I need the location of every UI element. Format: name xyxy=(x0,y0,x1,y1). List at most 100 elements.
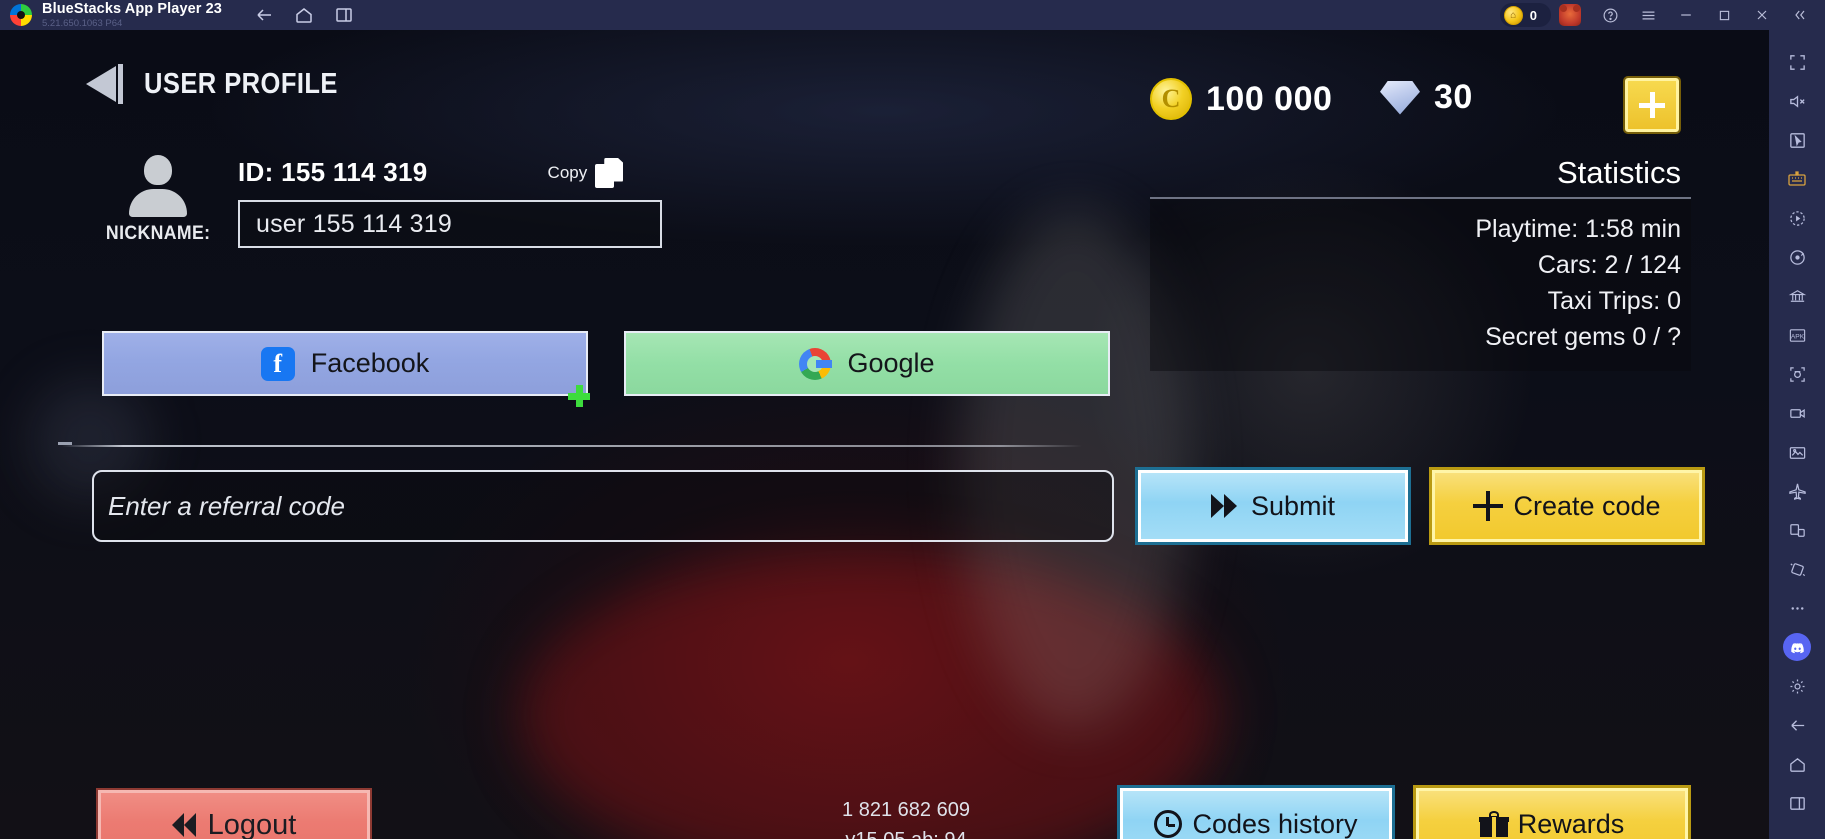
copy-pages-icon xyxy=(595,157,624,188)
media-manager-icon[interactable] xyxy=(1777,434,1817,470)
user-avatar-icon xyxy=(129,155,187,217)
discord-icon[interactable] xyxy=(1777,629,1817,665)
app-version-text: v15.05 ab: 94 xyxy=(806,825,1006,839)
facebook-login-button[interactable]: Facebook xyxy=(102,331,588,396)
device-id: 1 821 682 609 xyxy=(842,799,970,821)
page-title: USER PROFILE xyxy=(144,67,338,100)
more-options-icon[interactable] xyxy=(1777,590,1817,626)
coins-value: 100 000 xyxy=(1206,79,1333,118)
add-currency-button[interactable] xyxy=(1625,78,1679,132)
id-row: ID: 155 114 319 Copy xyxy=(238,157,662,188)
bluestacks-window: BlueStacks App Player 23 5.21.650.1063 P… xyxy=(0,0,1825,839)
copy-id-button[interactable]: Copy xyxy=(547,157,624,188)
maximize-icon[interactable] xyxy=(1707,0,1741,30)
airplane-mode-icon[interactable] xyxy=(1777,473,1817,509)
nickname-input[interactable]: user 155 114 319 xyxy=(238,200,662,248)
install-apk-icon[interactable]: APK xyxy=(1777,317,1817,353)
cursor-pointer-icon[interactable] xyxy=(1777,122,1817,158)
double-chevron-left-icon xyxy=(171,813,198,837)
facebook-label: Facebook xyxy=(310,348,430,378)
rotate-screen-icon[interactable] xyxy=(1777,239,1817,275)
collapse-chevrons-icon[interactable] xyxy=(1783,0,1817,30)
history-clock-icon xyxy=(1154,810,1183,838)
back-to-previous-screen[interactable]: USER PROFILE xyxy=(86,62,364,106)
points-pill[interactable]: ⌂ 0 xyxy=(1499,3,1551,27)
screenshot-icon[interactable] xyxy=(1777,356,1817,392)
shake-icon[interactable] xyxy=(1777,551,1817,587)
statistics-title: Statistics xyxy=(1150,155,1691,199)
codes-history-label: Codes history xyxy=(1192,808,1358,839)
referral-code-input[interactable]: Enter a referral code xyxy=(92,470,1114,542)
copy-label: Copy xyxy=(547,162,588,182)
footer-buttons: Codes history Rewards xyxy=(1120,788,1688,839)
multi-instance-icon[interactable] xyxy=(334,5,354,25)
titlebar-text-group: BlueStacks App Player 23 5.21.650.1063 P… xyxy=(42,2,222,28)
hamburger-menu-icon[interactable] xyxy=(1631,0,1665,30)
mute-volume-icon[interactable] xyxy=(1777,83,1817,119)
home-icon[interactable] xyxy=(294,5,314,25)
back-icon[interactable] xyxy=(1777,707,1817,743)
screen-record-icon[interactable] xyxy=(1777,395,1817,431)
points-value: 0 xyxy=(1529,7,1537,23)
section-divider xyxy=(62,445,1082,447)
submit-label: Submit xyxy=(1250,490,1336,521)
referral-placeholder: Enter a referral code xyxy=(108,490,346,521)
titlebar-right-controls: ⌂ 0 xyxy=(1499,0,1817,30)
gold-coin-icon xyxy=(1150,78,1192,120)
create-code-button[interactable]: Create code xyxy=(1432,470,1702,542)
home-icon[interactable] xyxy=(1777,746,1817,782)
minimize-icon[interactable] xyxy=(1669,0,1703,30)
submit-button[interactable]: Submit xyxy=(1138,470,1408,542)
eco-mode-icon[interactable] xyxy=(1777,278,1817,314)
profile-section: NICKNAME: ID: 155 114 319 Copy user 155 … xyxy=(100,155,662,248)
fullscreen-icon[interactable] xyxy=(1777,44,1817,80)
keyboard-controls-icon[interactable] xyxy=(1777,161,1817,197)
google-login-button[interactable]: Google xyxy=(624,331,1110,396)
macro-record-icon[interactable] xyxy=(1777,200,1817,236)
statistics-rows: Playtime: 1:58 min Cars: 2 / 124 Taxi Tr… xyxy=(1150,199,1691,371)
create-code-label: Create code xyxy=(1513,490,1661,521)
gems-value: 30 xyxy=(1434,78,1473,116)
stat-row: Playtime: 1:58 min xyxy=(1475,215,1681,243)
avatar-column: NICKNAME: xyxy=(100,155,216,248)
statistics-panel: Statistics Playtime: 1:58 min Cars: 2 / … xyxy=(1150,155,1691,371)
rewards-label: Rewards xyxy=(1517,808,1625,839)
close-icon[interactable] xyxy=(1745,0,1779,30)
social-login-group: Facebook Google xyxy=(102,331,1110,396)
game-viewport: USER PROFILE 100 000 30 NICKNAME: xyxy=(0,30,1769,839)
coin-icon: ⌂ xyxy=(1503,5,1523,25)
app-version: 5.21.650.1063 P64 xyxy=(42,17,123,29)
settings-gear-icon[interactable] xyxy=(1777,668,1817,704)
tools-sidebar: APK xyxy=(1769,30,1825,839)
gems-display: 30 xyxy=(1380,78,1473,117)
bluestacks-logo xyxy=(10,4,32,26)
stat-row: Taxi Trips: 0 xyxy=(1547,287,1681,315)
user-id-text: ID: 155 114 319 xyxy=(238,157,428,187)
codes-history-button[interactable]: Codes history xyxy=(1120,788,1392,839)
recent-apps-icon[interactable] xyxy=(1777,785,1817,821)
svg-text:APK: APK xyxy=(1790,333,1804,340)
back-arrow-icon[interactable] xyxy=(254,5,274,25)
game-header: USER PROFILE 100 000 30 xyxy=(0,38,1769,132)
nickname-label: NICKNAME: xyxy=(105,223,211,244)
diamond-gem-icon xyxy=(1380,80,1420,115)
nickname-value: user 155 114 319 xyxy=(256,209,452,238)
stat-row: Cars: 2 / 124 xyxy=(1537,251,1681,279)
plus-icon xyxy=(1473,491,1504,521)
logout-button[interactable]: Logout xyxy=(98,790,370,839)
gift-icon xyxy=(1478,811,1509,837)
facebook-icon xyxy=(260,346,295,381)
referral-row: Enter a referral code Submit Create code xyxy=(92,470,1702,542)
stat-row: Secret gems 0 / ? xyxy=(1485,323,1681,351)
cursor-crosshair-icon xyxy=(568,385,590,407)
titlebar: BlueStacks App Player 23 5.21.650.1063 P… xyxy=(0,0,1825,30)
app-title: BlueStacks App Player 23 xyxy=(42,1,222,17)
rewards-button[interactable]: Rewards xyxy=(1416,788,1688,839)
help-icon[interactable] xyxy=(1593,0,1627,30)
back-arrow-icon xyxy=(86,62,130,106)
bear-avatar-icon[interactable] xyxy=(1559,4,1581,26)
multi-instance-sync-icon[interactable] xyxy=(1777,512,1817,548)
version-info: 1 821 682 609 v15.05 ab: 94 xyxy=(806,795,1006,839)
identity-column: ID: 155 114 319 Copy user 155 114 319 xyxy=(238,155,662,248)
logout-label: Logout xyxy=(207,808,297,839)
